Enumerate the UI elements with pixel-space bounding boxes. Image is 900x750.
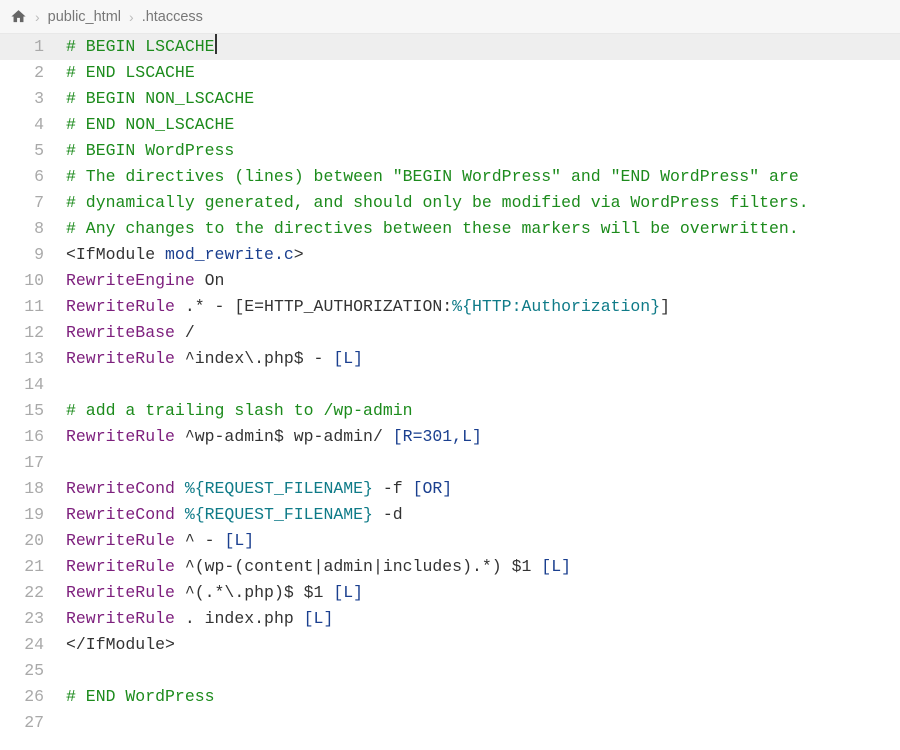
code-line[interactable]: 1# BEGIN LSCACHE	[0, 34, 900, 60]
code-line[interactable]: 10RewriteEngine On	[0, 268, 900, 294]
line-number: 19	[0, 502, 58, 528]
code-line[interactable]: 8# Any changes to the directives between…	[0, 216, 900, 242]
line-number: 25	[0, 658, 58, 684]
code-line[interactable]: 7# dynamically generated, and should onl…	[0, 190, 900, 216]
code-line[interactable]: 26# END WordPress	[0, 684, 900, 710]
line-number: 9	[0, 242, 58, 268]
code-content[interactable]: # add a trailing slash to /wp-admin	[58, 398, 900, 424]
line-number: 23	[0, 606, 58, 632]
code-content[interactable]: # The directives (lines) between "BEGIN …	[58, 164, 900, 190]
line-number: 20	[0, 528, 58, 554]
code-line[interactable]: 16RewriteRule ^wp-admin$ wp-admin/ [R=30…	[0, 424, 900, 450]
line-number: 12	[0, 320, 58, 346]
code-line[interactable]: 2# END LSCACHE	[0, 60, 900, 86]
code-content[interactable]: # dynamically generated, and should only…	[58, 190, 900, 216]
code-content[interactable]: RewriteRule ^ - [L]	[58, 528, 900, 554]
code-content[interactable]: RewriteRule .* - [E=HTTP_AUTHORIZATION:%…	[58, 294, 900, 320]
line-number: 5	[0, 138, 58, 164]
chevron-right-icon: ›	[35, 9, 40, 25]
code-line[interactable]: 6# The directives (lines) between "BEGIN…	[0, 164, 900, 190]
code-content[interactable]: RewriteBase /	[58, 320, 900, 346]
code-content[interactable]: <IfModule mod_rewrite.c>	[58, 242, 900, 268]
line-number: 8	[0, 216, 58, 242]
code-content[interactable]: RewriteRule ^(.*\.php)$ $1 [L]	[58, 580, 900, 606]
line-number: 22	[0, 580, 58, 606]
code-line[interactable]: 19RewriteCond %{REQUEST_FILENAME} -d	[0, 502, 900, 528]
line-number: 18	[0, 476, 58, 502]
code-content[interactable]: # END WordPress	[58, 684, 900, 710]
line-number: 17	[0, 450, 58, 476]
code-line[interactable]: 27	[0, 710, 900, 736]
code-line[interactable]: 9<IfModule mod_rewrite.c>	[0, 242, 900, 268]
code-content[interactable]: </IfModule>	[58, 632, 900, 658]
code-content[interactable]	[58, 450, 900, 476]
code-editor[interactable]: 1# BEGIN LSCACHE2# END LSCACHE3# BEGIN N…	[0, 34, 900, 736]
code-line[interactable]: 11RewriteRule .* - [E=HTTP_AUTHORIZATION…	[0, 294, 900, 320]
line-number: 2	[0, 60, 58, 86]
text-cursor	[215, 34, 217, 54]
code-content[interactable]: RewriteRule ^index\.php$ - [L]	[58, 346, 900, 372]
code-line[interactable]: 3# BEGIN NON_LSCACHE	[0, 86, 900, 112]
line-number: 7	[0, 190, 58, 216]
line-number: 15	[0, 398, 58, 424]
chevron-right-icon: ›	[129, 9, 134, 25]
breadcrumb: › public_html › .htaccess	[0, 0, 900, 34]
code-content[interactable]	[58, 658, 900, 684]
code-line[interactable]: 4# END NON_LSCACHE	[0, 112, 900, 138]
line-number: 6	[0, 164, 58, 190]
code-content[interactable]	[58, 372, 900, 398]
code-line[interactable]: 24</IfModule>	[0, 632, 900, 658]
code-content[interactable]: # BEGIN NON_LSCACHE	[58, 86, 900, 112]
line-number: 14	[0, 372, 58, 398]
breadcrumb-item[interactable]: .htaccess	[142, 9, 203, 25]
code-line[interactable]: 25	[0, 658, 900, 684]
home-icon[interactable]	[10, 8, 27, 25]
code-content[interactable]: # Any changes to the directives between …	[58, 216, 900, 242]
code-line[interactable]: 12RewriteBase /	[0, 320, 900, 346]
code-content[interactable]: # END LSCACHE	[58, 60, 900, 86]
line-number: 3	[0, 86, 58, 112]
code-content[interactable]: RewriteRule . index.php [L]	[58, 606, 900, 632]
breadcrumb-item[interactable]: public_html	[48, 9, 121, 25]
code-line[interactable]: 22RewriteRule ^(.*\.php)$ $1 [L]	[0, 580, 900, 606]
code-content[interactable]	[58, 710, 900, 736]
code-content[interactable]: RewriteCond %{REQUEST_FILENAME} -f [OR]	[58, 476, 900, 502]
code-line[interactable]: 17	[0, 450, 900, 476]
code-line[interactable]: 21RewriteRule ^(wp-(content|admin|includ…	[0, 554, 900, 580]
line-number: 4	[0, 112, 58, 138]
line-number: 1	[0, 34, 58, 60]
code-line[interactable]: 20RewriteRule ^ - [L]	[0, 528, 900, 554]
line-number: 11	[0, 294, 58, 320]
code-content[interactable]: # BEGIN LSCACHE	[58, 34, 900, 60]
line-number: 27	[0, 710, 58, 736]
code-content[interactable]: RewriteEngine On	[58, 268, 900, 294]
line-number: 21	[0, 554, 58, 580]
line-number: 16	[0, 424, 58, 450]
code-line[interactable]: 5# BEGIN WordPress	[0, 138, 900, 164]
line-number: 24	[0, 632, 58, 658]
code-line[interactable]: 23RewriteRule . index.php [L]	[0, 606, 900, 632]
line-number: 13	[0, 346, 58, 372]
line-number: 10	[0, 268, 58, 294]
line-number: 26	[0, 684, 58, 710]
code-content[interactable]: RewriteRule ^wp-admin$ wp-admin/ [R=301,…	[58, 424, 900, 450]
code-line[interactable]: 18RewriteCond %{REQUEST_FILENAME} -f [OR…	[0, 476, 900, 502]
code-content[interactable]: RewriteRule ^(wp-(content|admin|includes…	[58, 554, 900, 580]
code-content[interactable]: RewriteCond %{REQUEST_FILENAME} -d	[58, 502, 900, 528]
code-line[interactable]: 14	[0, 372, 900, 398]
code-line[interactable]: 13RewriteRule ^index\.php$ - [L]	[0, 346, 900, 372]
code-content[interactable]: # END NON_LSCACHE	[58, 112, 900, 138]
code-content[interactable]: # BEGIN WordPress	[58, 138, 900, 164]
code-line[interactable]: 15# add a trailing slash to /wp-admin	[0, 398, 900, 424]
